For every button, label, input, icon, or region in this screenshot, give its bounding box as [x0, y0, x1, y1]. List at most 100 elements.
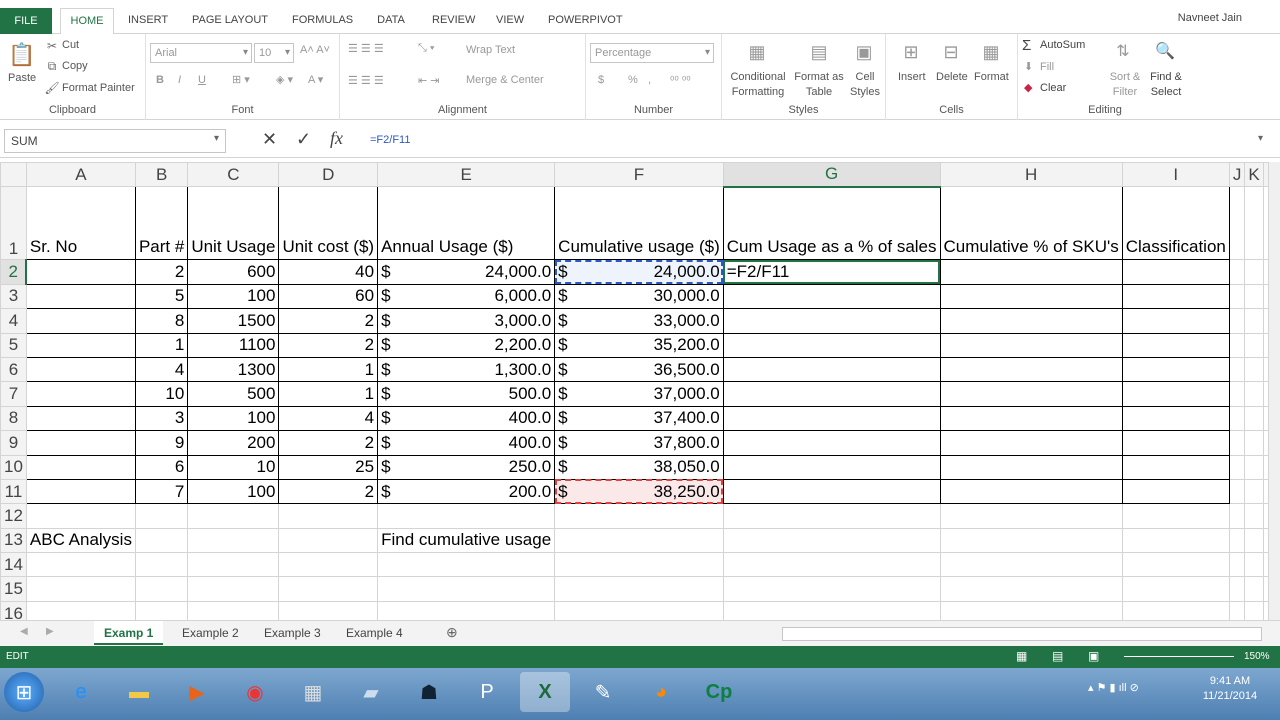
- paste-button[interactable]: Paste: [8, 72, 36, 84]
- row-header[interactable]: 13: [0, 527, 27, 554]
- cell-unit-cost[interactable]: 2: [278, 430, 379, 456]
- cell-cum-sku-pct[interactable]: [939, 405, 1123, 432]
- cell[interactable]: [187, 552, 280, 578]
- cell[interactable]: [1244, 332, 1264, 358]
- percent-button[interactable]: %: [628, 74, 638, 86]
- name-box-dropdown-icon[interactable]: ▾: [214, 133, 219, 144]
- sheet-tab-3[interactable]: Example 3: [254, 621, 331, 645]
- fill-button[interactable]: Fill: [1040, 61, 1054, 73]
- header-part[interactable]: Part #: [134, 186, 189, 261]
- cell-cumulative-usage[interactable]: $33,000.0: [554, 308, 724, 334]
- cell[interactable]: [187, 503, 280, 529]
- cell[interactable]: [1244, 259, 1264, 285]
- font-color-icon[interactable]: A ▾: [308, 73, 323, 86]
- cell-unit-usage[interactable]: 500: [187, 381, 280, 407]
- worksheet-table[interactable]: ABCDEFGHIJKLM 1 Sr. No Part # Unit Usage…: [0, 162, 1268, 620]
- prev-sheet-icon[interactable]: ◀: [20, 626, 28, 637]
- cell[interactable]: [554, 552, 724, 578]
- cell-part[interactable]: 4: [134, 356, 189, 383]
- cell-sr-no[interactable]: [25, 454, 136, 480]
- cell[interactable]: [134, 527, 189, 554]
- cell-cumulative-usage[interactable]: $38,250.0: [554, 478, 724, 505]
- cell[interactable]: [1228, 283, 1246, 310]
- clock-date[interactable]: 11/21/2014: [1196, 690, 1264, 702]
- bold-button[interactable]: B: [156, 74, 164, 86]
- cell[interactable]: [134, 576, 189, 602]
- cell-annual-usage[interactable]: $6,000.0: [377, 283, 556, 310]
- cell[interactable]: [1244, 308, 1264, 334]
- row-header[interactable]: 15: [0, 576, 27, 602]
- captivate-icon[interactable]: Cp: [694, 672, 744, 712]
- cell-sr-no[interactable]: [25, 430, 136, 456]
- sheet-tab-1[interactable]: Examp 1: [94, 621, 164, 645]
- cell[interactable]: [1228, 332, 1246, 358]
- cell-cum-usage-pct[interactable]: [722, 356, 941, 383]
- grow-font-icon[interactable]: A˄ A˅: [300, 44, 330, 56]
- cell-classification[interactable]: [1121, 259, 1230, 285]
- column-header[interactable]: I: [1121, 162, 1230, 188]
- cell-part[interactable]: 6: [134, 454, 189, 480]
- row-header[interactable]: 1: [0, 186, 27, 261]
- cell-cum-sku-pct[interactable]: [939, 381, 1123, 407]
- cell-part[interactable]: 9: [134, 430, 189, 456]
- cell[interactable]: [1244, 478, 1264, 505]
- header-cumulative-sku-pct[interactable]: Cumulative % of SKU's: [939, 186, 1123, 261]
- cell-cum-usage-pct[interactable]: [722, 332, 941, 358]
- internet-explorer-icon[interactable]: e: [56, 672, 106, 712]
- media-player-icon[interactable]: ▶: [172, 672, 222, 712]
- powerpivot-icon[interactable]: P: [462, 672, 512, 712]
- next-sheet-icon[interactable]: ▶: [46, 626, 54, 637]
- tab-review[interactable]: REVIEW: [424, 8, 480, 34]
- cell[interactable]: [25, 552, 136, 578]
- cell[interactable]: [939, 600, 1123, 620]
- column-header[interactable]: G: [722, 162, 941, 188]
- cell[interactable]: [1228, 381, 1246, 407]
- header-cum-usage-pct[interactable]: Cum Usage as a % of sales: [722, 186, 941, 261]
- cell-cumulative-usage[interactable]: $37,000.0: [554, 381, 724, 407]
- cell-styles-button[interactable]: Cell Styles: [846, 70, 884, 100]
- cell[interactable]: [377, 503, 556, 529]
- cell-annual-usage[interactable]: $200.0: [377, 478, 556, 505]
- cell-unit-cost[interactable]: 2: [278, 308, 379, 334]
- cell[interactable]: [1121, 552, 1230, 578]
- cell[interactable]: [722, 503, 941, 529]
- row-header[interactable]: 6: [0, 356, 27, 383]
- cell[interactable]: [1228, 600, 1246, 620]
- cell[interactable]: [1228, 186, 1246, 261]
- cell-sr-no[interactable]: [25, 308, 136, 334]
- indent-icon[interactable]: ⇤ ⇥: [418, 74, 440, 87]
- cell-part[interactable]: 5: [134, 283, 189, 310]
- abc-analysis-label[interactable]: ABC Analysis: [25, 527, 136, 554]
- cell[interactable]: [1244, 430, 1264, 456]
- decimal-icon[interactable]: ⁰⁰ ⁰⁰: [670, 74, 691, 87]
- header-cumulative-usage[interactable]: Cumulative usage ($): [554, 186, 724, 261]
- merge-center-button[interactable]: Merge & Center: [466, 74, 544, 86]
- cell[interactable]: [1228, 576, 1246, 602]
- cell-annual-usage[interactable]: $1,300.0: [377, 356, 556, 383]
- cell[interactable]: [1244, 381, 1264, 407]
- cell[interactable]: [134, 552, 189, 578]
- cell-cum-sku-pct[interactable]: [939, 430, 1123, 456]
- insert-button[interactable]: Insert: [898, 71, 926, 83]
- row-header[interactable]: 2: [0, 259, 28, 285]
- cell-annual-usage[interactable]: $2,200.0: [377, 332, 556, 358]
- header-classification[interactable]: Classification: [1121, 186, 1230, 261]
- header-sr-no[interactable]: Sr. No: [25, 186, 136, 261]
- add-sheet-icon[interactable]: ⊕: [446, 624, 458, 641]
- column-header[interactable]: J: [1228, 162, 1246, 188]
- fill-color-icon[interactable]: ◈ ▾: [276, 73, 293, 86]
- cell-sr-no[interactable]: [25, 283, 136, 310]
- format-as-table-button[interactable]: Format as Table: [792, 70, 846, 100]
- cell-cum-sku-pct[interactable]: [939, 259, 1123, 285]
- cell-cum-sku-pct[interactable]: [939, 478, 1123, 505]
- cell[interactable]: [939, 527, 1123, 554]
- row-header[interactable]: 8: [0, 405, 27, 432]
- cell[interactable]: [25, 576, 136, 602]
- tab-formulas[interactable]: FORMULAS: [284, 8, 358, 34]
- cell-unit-cost[interactable]: 2: [278, 478, 379, 505]
- cell-unit-usage[interactable]: 1500: [187, 308, 280, 334]
- cell[interactable]: [134, 503, 189, 529]
- cell[interactable]: [278, 600, 379, 620]
- formula-input[interactable]: =F2/F11: [364, 129, 1254, 153]
- cell-unit-cost[interactable]: 60: [278, 283, 379, 310]
